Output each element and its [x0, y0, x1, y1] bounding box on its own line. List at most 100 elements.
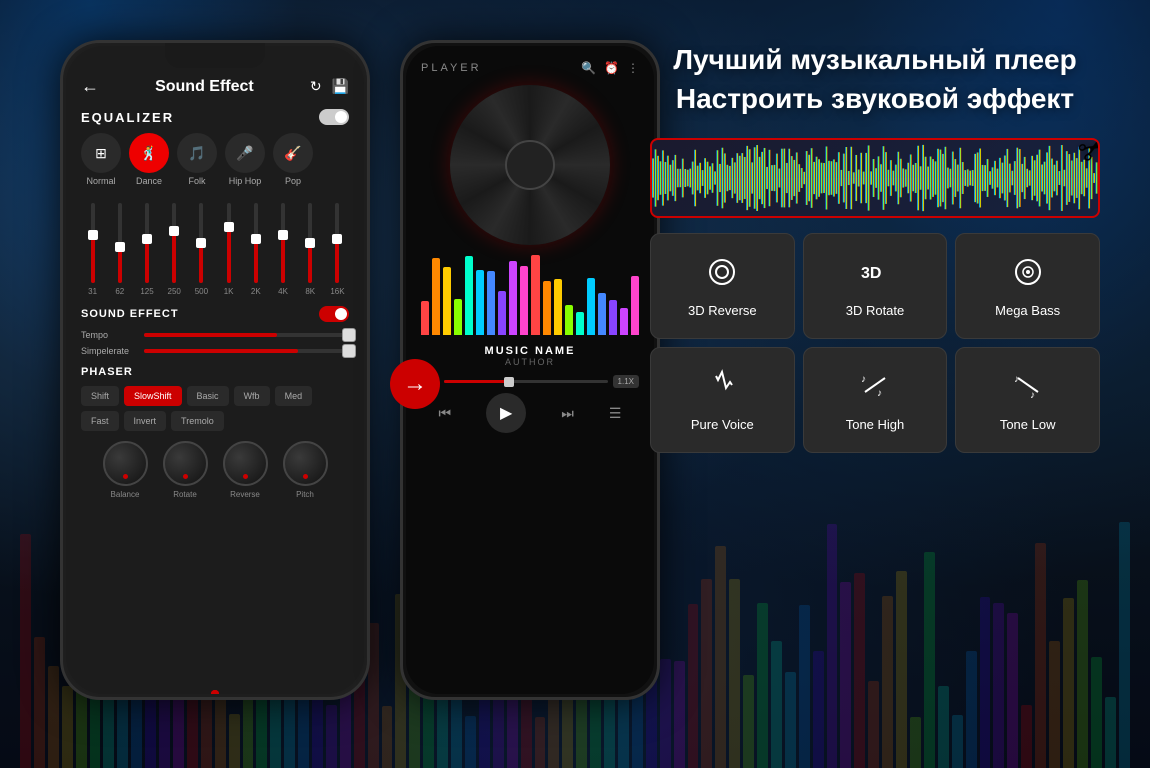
- effect-btn-3d-reverse[interactable]: 3D Reverse: [650, 233, 795, 339]
- preset-btn-folk[interactable]: 🎵Folk: [177, 133, 217, 186]
- p2-eq-bar: [587, 278, 595, 335]
- svg-text:♪: ♪: [877, 388, 882, 399]
- right-panel: Лучший музыкальный плеер Настроить звуко…: [650, 40, 1100, 453]
- search-icon[interactable]: 🔍: [581, 61, 596, 75]
- phaser-btn-tremolo[interactable]: Tremolo: [171, 411, 224, 431]
- pure-voice-icon: [704, 368, 740, 409]
- phaser-btn-shift[interactable]: Shift: [81, 386, 119, 406]
- eq-label-row: EQUALIZER: [81, 109, 349, 125]
- p2-eq-bar: [609, 300, 617, 335]
- eq-track: [335, 203, 339, 283]
- eq-slider-2K[interactable]: 2K: [244, 203, 267, 296]
- phaser-btn-slowshift[interactable]: SlowShift: [124, 386, 182, 406]
- freq-label: 62: [115, 287, 124, 296]
- freq-label: 2K: [251, 287, 261, 296]
- phaser-btn-invert[interactable]: Invert: [124, 411, 167, 431]
- playlist-button[interactable]: ☰: [609, 405, 622, 422]
- knob-rotate[interactable]: Rotate: [163, 441, 208, 499]
- vinyl-disc: [450, 85, 610, 245]
- 3d-reverse-label: 3D Reverse: [688, 303, 757, 318]
- svg-text:♪: ♪: [1030, 390, 1035, 401]
- eq-slider-8K[interactable]: 8K: [299, 203, 322, 296]
- knob-dot: [123, 474, 128, 479]
- sound-effect-title: SOUND EFFECT: [81, 308, 179, 320]
- eq-slider-16K[interactable]: 16K: [326, 203, 349, 296]
- phaser-btn-med[interactable]: Med: [275, 386, 313, 406]
- effect-btn-pure-voice[interactable]: Pure Voice: [650, 347, 795, 453]
- playback-controls: ⏮ ▶ ⏭ ☰: [421, 393, 639, 433]
- eq-toggle[interactable]: [319, 109, 349, 125]
- timer-icon[interactable]: ⏰: [604, 61, 619, 75]
- arrow-button[interactable]: →: [390, 359, 440, 409]
- track-name: MUSIC NAME: [421, 345, 639, 357]
- more-icon[interactable]: ⋮: [627, 61, 639, 75]
- freq-label: 1K: [224, 287, 234, 296]
- preset-btn-pop[interactable]: 🎸 Pop: [273, 133, 313, 186]
- tone-low-icon: ♪♪: [1010, 368, 1046, 409]
- eq-slider-500[interactable]: 500: [190, 203, 213, 296]
- knob-dial: [103, 441, 148, 486]
- freq-label: 500: [195, 287, 208, 296]
- freq-label: 31: [88, 287, 97, 296]
- next-button[interactable]: ⏭: [561, 405, 574, 422]
- freq-label: 250: [168, 287, 181, 296]
- p2-eq-bar: [631, 276, 639, 335]
- knob-reverse[interactable]: Reverse: [223, 441, 268, 499]
- eq-slider-31[interactable]: 31: [81, 203, 104, 296]
- refresh-icon[interactable]: ↻: [310, 78, 322, 95]
- effect-btn-mega-bass[interactable]: Mega Bass: [955, 233, 1100, 339]
- preset-name: Normal: [86, 176, 115, 186]
- simpelerate-slider[interactable]: [144, 349, 349, 353]
- progress-track[interactable]: [444, 380, 608, 383]
- knob-pitch[interactable]: Pitch: [283, 441, 328, 499]
- preset-icon: 🎸: [273, 133, 313, 173]
- phaser-btn-fast[interactable]: Fast: [81, 411, 119, 431]
- knob-dot: [243, 474, 248, 479]
- preset-icon: ⊞: [81, 133, 121, 173]
- sound-effect-toggle[interactable]: [319, 306, 349, 322]
- eq-slider-62[interactable]: 62: [108, 203, 131, 296]
- preset-btn-hip hop[interactable]: 🎤Hip Hop: [225, 133, 265, 186]
- preset-name: Folk: [188, 176, 205, 186]
- preset-icon: 🕺: [129, 133, 169, 173]
- phone2-content: PLAYER 🔍 ⏰ ⋮ MUSIC NAME AUTHOR: [406, 46, 654, 694]
- headline-line1: Лучший музыкальный плеер: [650, 40, 1100, 79]
- preset-icon: 🎤: [225, 133, 265, 173]
- preset-btn-normal[interactable]: ⊞ Normal: [81, 133, 121, 186]
- preset-name: Pop: [285, 176, 301, 186]
- effect-btn-3d-rotate[interactable]: 3D 3D Rotate: [803, 233, 948, 339]
- tempo-label: Tempo: [81, 330, 136, 340]
- p2-eq-bar: [465, 256, 473, 335]
- save-icon[interactable]: 💾: [332, 78, 349, 95]
- phone2-screen: PLAYER 🔍 ⏰ ⋮ MUSIC NAME AUTHOR: [406, 46, 654, 694]
- preset-btn-dance[interactable]: 🕺Dance: [129, 133, 169, 186]
- eq-slider-250[interactable]: 250: [163, 203, 186, 296]
- phone1-header: ← Sound Effect ↻ 💾: [81, 76, 349, 97]
- 3d-reverse-icon: [704, 254, 740, 295]
- eq-slider-1K[interactable]: 1K: [217, 203, 240, 296]
- phaser-btn-basic[interactable]: Basic: [187, 386, 229, 406]
- eq-track: [118, 203, 122, 283]
- p2-eq-bar: [432, 258, 440, 335]
- knob-dot: [303, 474, 308, 479]
- knob-label: Pitch: [296, 490, 314, 499]
- back-button[interactable]: ←: [81, 76, 99, 97]
- simpelerate-label: Simpelerate: [81, 346, 136, 356]
- freq-label: 125: [140, 287, 153, 296]
- freq-label: 8K: [305, 287, 315, 296]
- speed-badge[interactable]: 1.1X: [613, 375, 639, 388]
- play-button[interactable]: ▶: [486, 393, 526, 433]
- phaser-title: PHASER: [81, 366, 133, 378]
- preset-row: ⊞ Normal 🕺Dance🎵Folk🎤Hip Hop🎸 Pop: [81, 133, 349, 186]
- knob-indicator: [211, 690, 219, 694]
- eq-slider-4K[interactable]: 4K: [271, 203, 294, 296]
- eq-slider-125[interactable]: 125: [135, 203, 158, 296]
- effect-btn-tone-high[interactable]: ♪♪ Tone High: [803, 347, 948, 453]
- prev-button[interactable]: ⏮: [439, 405, 452, 422]
- phone1-screen: ← Sound Effect ↻ 💾 EQUALIZER ⊞ Normal 🕺Dan…: [66, 46, 364, 694]
- phaser-btn-wfb[interactable]: Wfb: [234, 386, 270, 406]
- effect-btn-tone-low[interactable]: ♪♪ Tone Low: [955, 347, 1100, 453]
- knob-balance[interactable]: Balance: [103, 441, 148, 499]
- tempo-slider[interactable]: [144, 333, 349, 337]
- vinyl-center: [505, 140, 555, 190]
